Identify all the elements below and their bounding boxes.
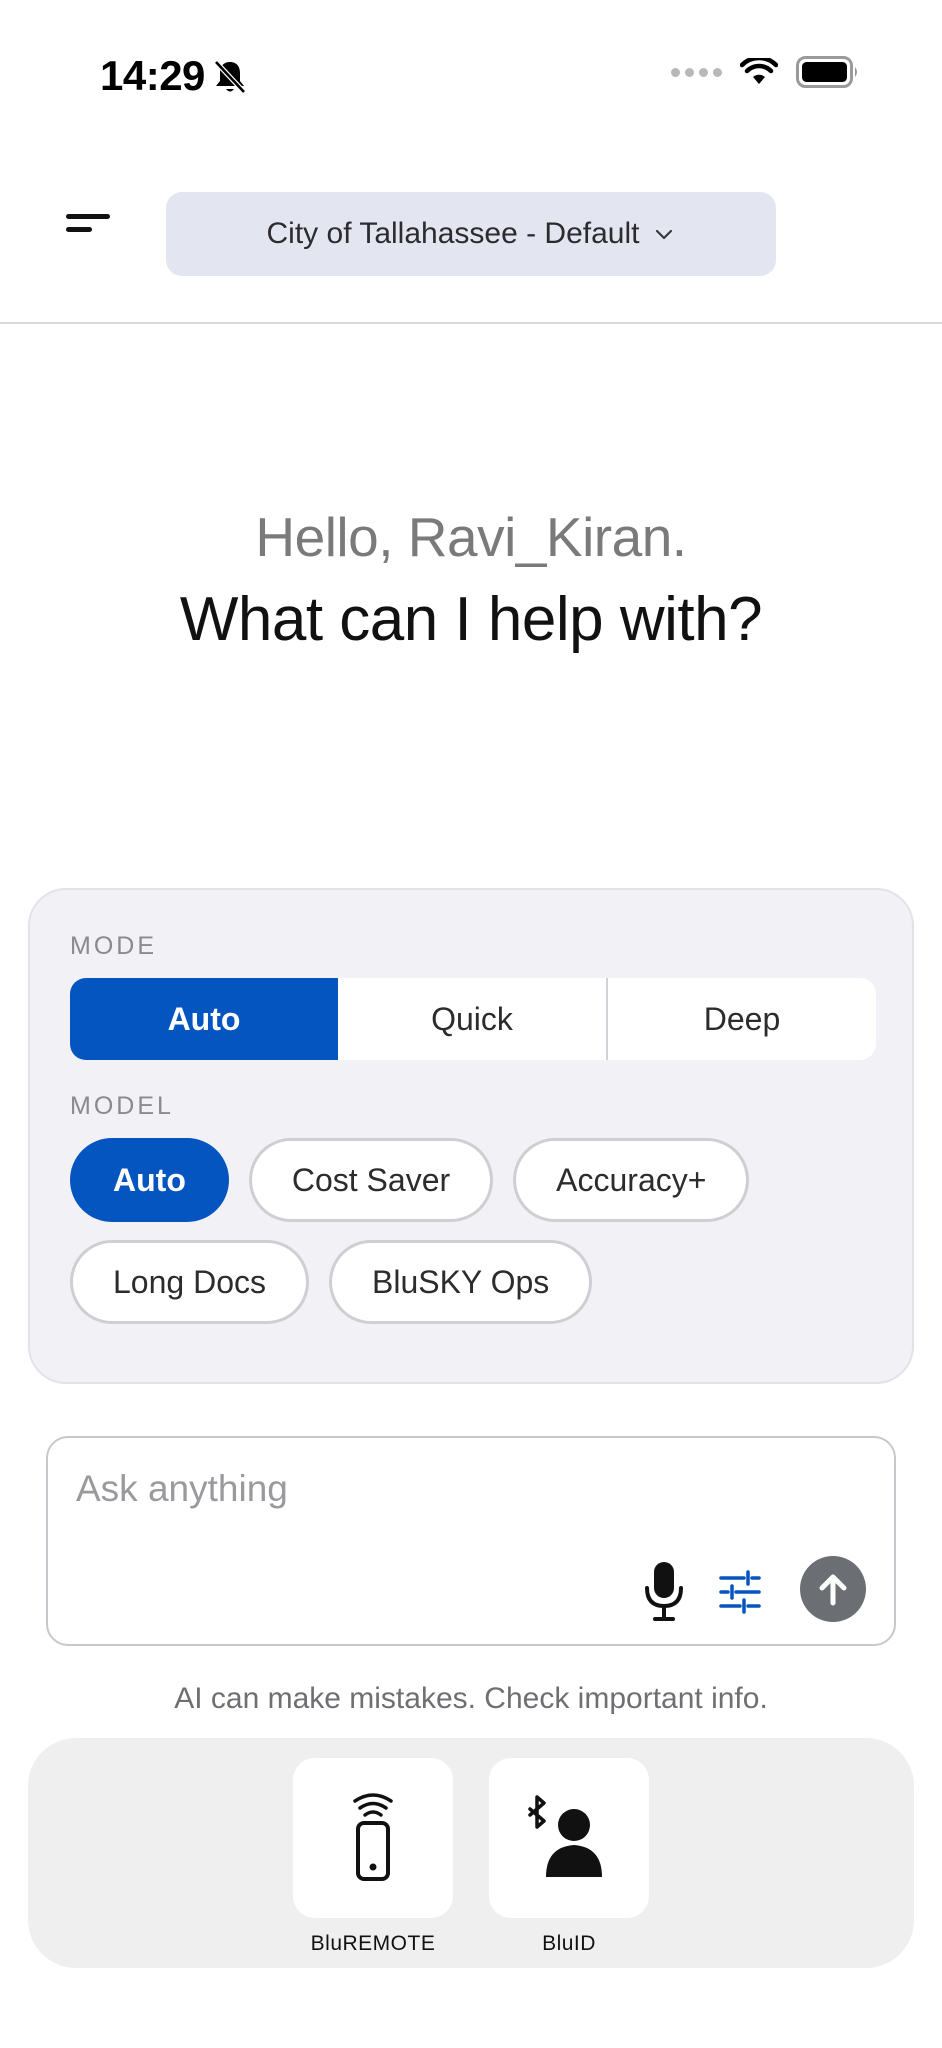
apps-tray: BluREMOTE BluID (28, 1738, 914, 1968)
bell-muted-icon (214, 60, 246, 94)
app-bluremote[interactable]: BluREMOTE (293, 1758, 453, 1956)
settings-sliders-icon[interactable] (718, 1570, 762, 1614)
app-name: BluID (542, 1932, 596, 1955)
app-tile (293, 1758, 453, 1918)
status-time: 14:29 (100, 52, 205, 99)
microphone-icon[interactable] (642, 1560, 686, 1622)
greeting-text: Hello, Ravi_Kiran. (255, 506, 687, 568)
mode-segmented-control: Auto Quick Deep (70, 978, 876, 1060)
model-pill-auto[interactable]: Auto (70, 1138, 229, 1222)
prompt-heading: What can I help with? (179, 585, 763, 654)
ask-input[interactable] (76, 1468, 856, 1528)
send-button[interactable] (800, 1556, 866, 1622)
options-card: MODE Auto Quick Deep MODEL Auto Cost Sav… (28, 888, 914, 1384)
ai-disclaimer: AI can make mistakes. Check important in… (174, 1682, 768, 1715)
org-selector-label: City of Tallahassee - Default (266, 217, 640, 250)
remote-phone-icon (353, 1793, 393, 1881)
wifi-icon (740, 58, 778, 84)
status-indicators (671, 56, 860, 88)
model-pill-cost-saver[interactable]: Cost Saver (248, 1138, 494, 1222)
status-bar: 14:29 (0, 0, 942, 150)
bluetooth-person-icon (528, 1795, 602, 1877)
model-pill-accuracy-plus[interactable]: Accuracy+ (513, 1138, 750, 1222)
app-bluid[interactable]: BluID (489, 1758, 649, 1956)
org-selector-dropdown[interactable]: City of Tallahassee - Default (166, 192, 776, 276)
menu-icon[interactable] (66, 212, 112, 242)
cellular-signal-icon (671, 67, 722, 77)
chevron-down-icon (656, 229, 673, 240)
model-pill-group: Auto Cost Saver Accuracy+ Long Docs BluS… (70, 1138, 890, 1324)
mode-option-deep[interactable]: Deep (606, 978, 876, 1060)
model-pill-blusky-ops[interactable]: BluSKY Ops (328, 1240, 593, 1324)
app-tile (489, 1758, 649, 1918)
app-name: BluREMOTE (310, 1932, 436, 1955)
app-header: City of Tallahassee - Default (0, 150, 942, 324)
model-pill-long-docs[interactable]: Long Docs (70, 1240, 309, 1324)
model-section-label: MODEL (70, 1092, 174, 1120)
arrow-up-icon (819, 1574, 847, 1606)
battery-icon (796, 56, 857, 88)
mode-option-quick[interactable]: Quick (338, 978, 606, 1060)
mode-section-label: MODE (70, 932, 157, 960)
chat-input-box (46, 1436, 896, 1646)
mode-option-auto[interactable]: Auto (70, 978, 338, 1060)
